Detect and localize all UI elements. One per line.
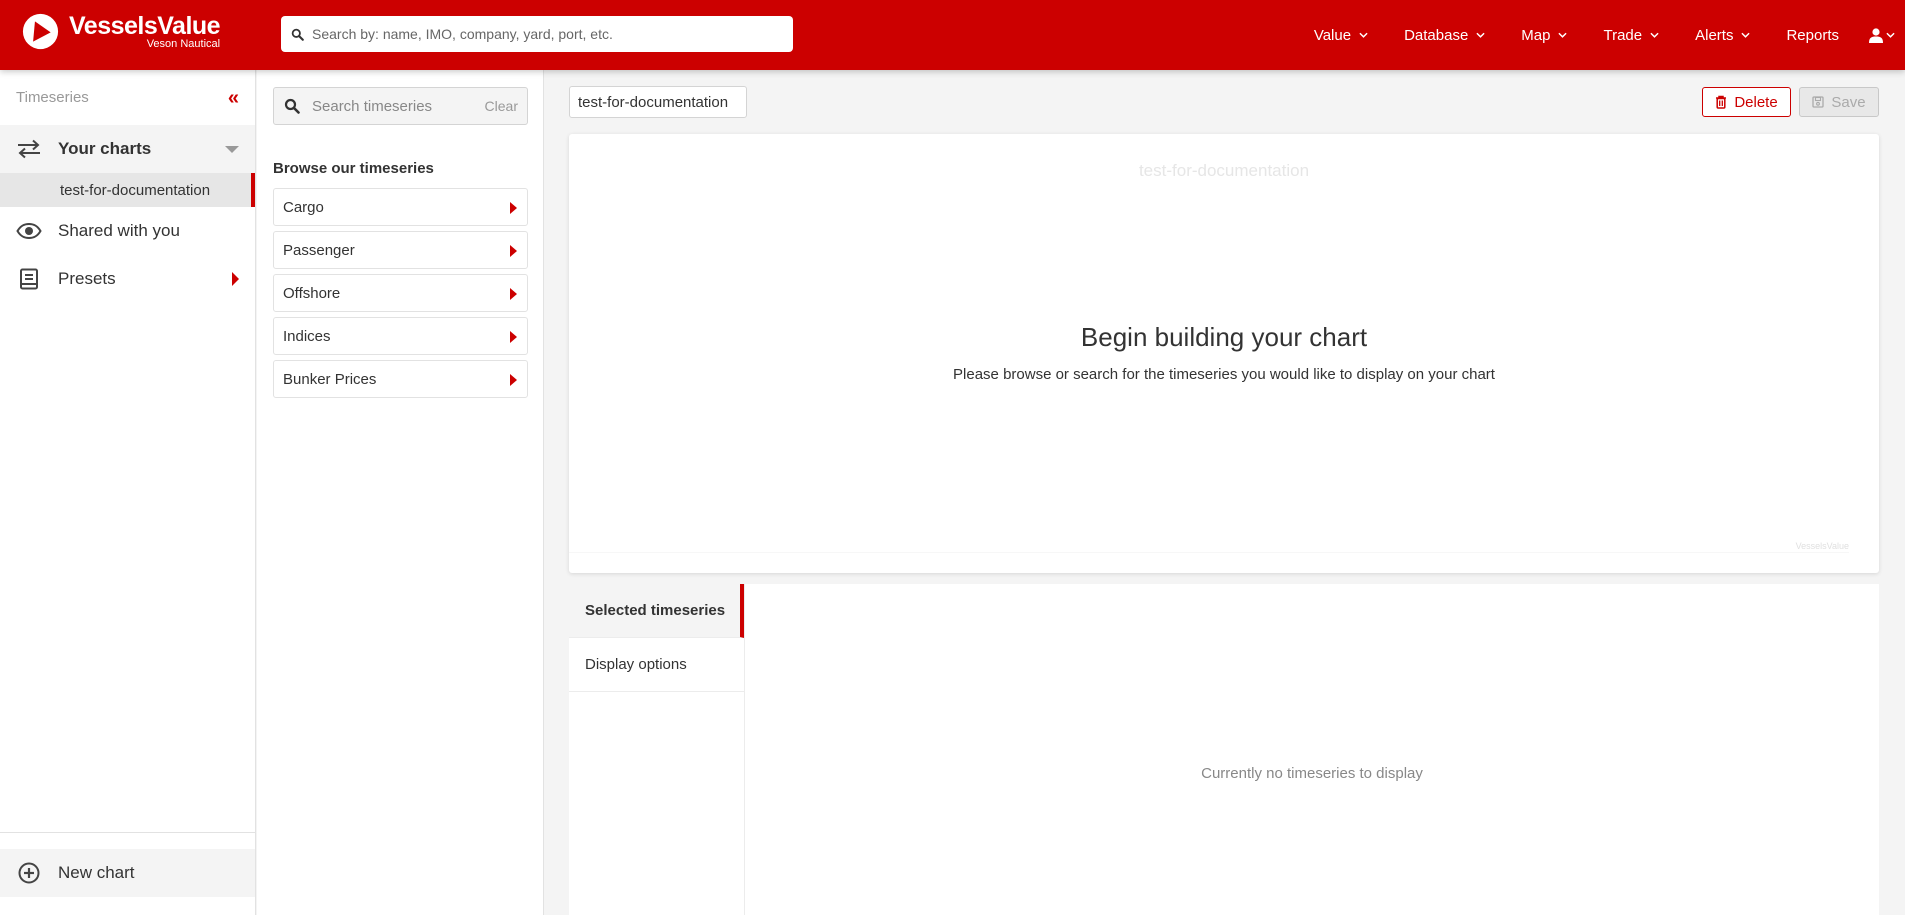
empty-chart-message: Please browse or search for the timeseri… <box>953 366 1495 383</box>
category-offshore[interactable]: Offshore <box>273 274 528 312</box>
chart-credit: VesselsValue <box>1795 541 1849 551</box>
double-chevron-left-icon[interactable]: « <box>228 88 239 108</box>
global-search[interactable] <box>281 16 793 52</box>
new-chart-button[interactable]: New chart <box>0 849 255 897</box>
save-label: Save <box>1831 93 1866 111</box>
user-menu[interactable] <box>1869 27 1895 43</box>
divider <box>0 832 255 833</box>
timeseries-search[interactable]: Clear <box>273 87 528 125</box>
sidebar-item-label: Presets <box>58 269 116 288</box>
chevron-down-icon <box>1558 32 1568 38</box>
sidebar-item-label: Shared with you <box>58 221 180 240</box>
caret-down-icon <box>225 146 239 153</box>
nav-value[interactable]: Value <box>1314 27 1368 44</box>
nav-alerts-label: Alerts <box>1695 26 1734 44</box>
nav-map-label: Map <box>1521 26 1551 44</box>
nav-reports-label: Reports <box>1786 26 1839 44</box>
top-bar: VesselsValue Veson Nautical Value Databa… <box>0 0 1905 70</box>
browse-title: Browse our timeseries <box>273 160 434 177</box>
clear-search-button[interactable]: Clear <box>485 98 518 114</box>
nav-database-label: Database <box>1404 26 1469 44</box>
category-label: Bunker Prices <box>283 370 377 388</box>
chevron-down-icon <box>1741 32 1751 38</box>
options-tabs: Selected timeseries Display options <box>569 584 745 915</box>
logo[interactable]: VesselsValue Veson Nautical <box>22 12 221 50</box>
sidebar-title: Timeseries <box>16 89 89 106</box>
trash-icon <box>1716 95 1727 109</box>
global-search-input[interactable] <box>312 26 772 42</box>
sidebar-item-shared[interactable]: Shared with you <box>0 207 255 255</box>
book-icon <box>16 268 42 290</box>
chart-name-input[interactable] <box>569 86 747 118</box>
caret-right-icon <box>510 245 517 257</box>
browse-panel: Clear Browse our timeseries Cargo Passen… <box>257 70 544 915</box>
chevron-down-icon <box>1886 32 1895 38</box>
sidebar-header: Timeseries « <box>0 70 255 125</box>
empty-timeseries-message: Currently no timeseries to display <box>1201 765 1423 782</box>
category-label: Offshore <box>283 284 341 302</box>
caret-right-icon <box>510 288 517 300</box>
category-label: Passenger <box>283 241 355 259</box>
main-nav: Value Database Map Trade Alerts Reports <box>1314 0 1905 70</box>
logo-mark-icon <box>22 13 59 50</box>
user-icon <box>1869 27 1883 43</box>
chevron-down-icon <box>1359 32 1368 38</box>
nav-database[interactable]: Database <box>1404 27 1485 44</box>
chevron-down-icon <box>1476 32 1485 38</box>
chart-panel: test-for-documentation Begin building yo… <box>569 134 1879 573</box>
category-passenger[interactable]: Passenger <box>273 231 528 269</box>
caret-right-icon <box>510 331 517 343</box>
chevron-down-icon <box>1650 32 1659 38</box>
delete-label: Delete <box>1734 93 1778 111</box>
save-button[interactable]: Save <box>1799 87 1879 117</box>
nav-reports[interactable]: Reports <box>1786 27 1839 44</box>
logo-text: VesselsValue Veson Nautical <box>69 12 221 50</box>
category-list: Cargo Passenger Offshore Indices Bunker … <box>273 188 528 403</box>
timeseries-options-panel: Selected timeseries Display options Curr… <box>569 584 1879 915</box>
swap-arrows-icon <box>16 138 42 160</box>
caret-right-icon <box>510 202 517 214</box>
nav-map[interactable]: Map <box>1521 26 1568 44</box>
search-icon <box>284 98 300 114</box>
category-bunker-prices[interactable]: Bunker Prices <box>273 360 528 398</box>
category-cargo[interactable]: Cargo <box>273 188 528 226</box>
eye-icon <box>16 220 42 242</box>
tab-selected-timeseries[interactable]: Selected timeseries <box>569 584 744 638</box>
floppy-disk-icon <box>1812 96 1825 108</box>
tab-display-options[interactable]: Display options <box>569 638 744 692</box>
category-indices[interactable]: Indices <box>273 317 528 355</box>
timeseries-sidebar: Timeseries « Your charts test-for-docume… <box>0 70 256 915</box>
nav-trade[interactable]: Trade <box>1603 27 1659 44</box>
caret-right-icon <box>510 374 517 386</box>
sidebar-item-your-charts[interactable]: Your charts <box>0 125 255 173</box>
chart-baseline <box>569 552 1849 553</box>
brand-name: VesselsValue <box>69 12 221 40</box>
sidebar-item-presets[interactable]: Presets <box>0 255 255 303</box>
sidebar-chart-item[interactable]: test-for-documentation <box>0 173 255 207</box>
chart-title: test-for-documentation <box>1138 161 1310 180</box>
search-icon <box>291 28 304 41</box>
category-label: Indices <box>283 327 331 345</box>
nav-trade-label: Trade <box>1603 26 1643 44</box>
new-chart-label: New chart <box>58 863 135 882</box>
empty-chart-heading: Begin building your chart <box>1080 322 1368 352</box>
caret-right-icon <box>232 272 239 286</box>
nav-value-label: Value <box>1313 26 1352 44</box>
plus-circle-icon <box>16 862 42 884</box>
sidebar-item-label: Your charts <box>58 139 152 158</box>
delete-button[interactable]: Delete <box>1702 87 1791 117</box>
nav-alerts[interactable]: Alerts <box>1695 26 1751 44</box>
category-label: Cargo <box>283 198 324 216</box>
timeseries-search-input[interactable] <box>312 97 472 115</box>
